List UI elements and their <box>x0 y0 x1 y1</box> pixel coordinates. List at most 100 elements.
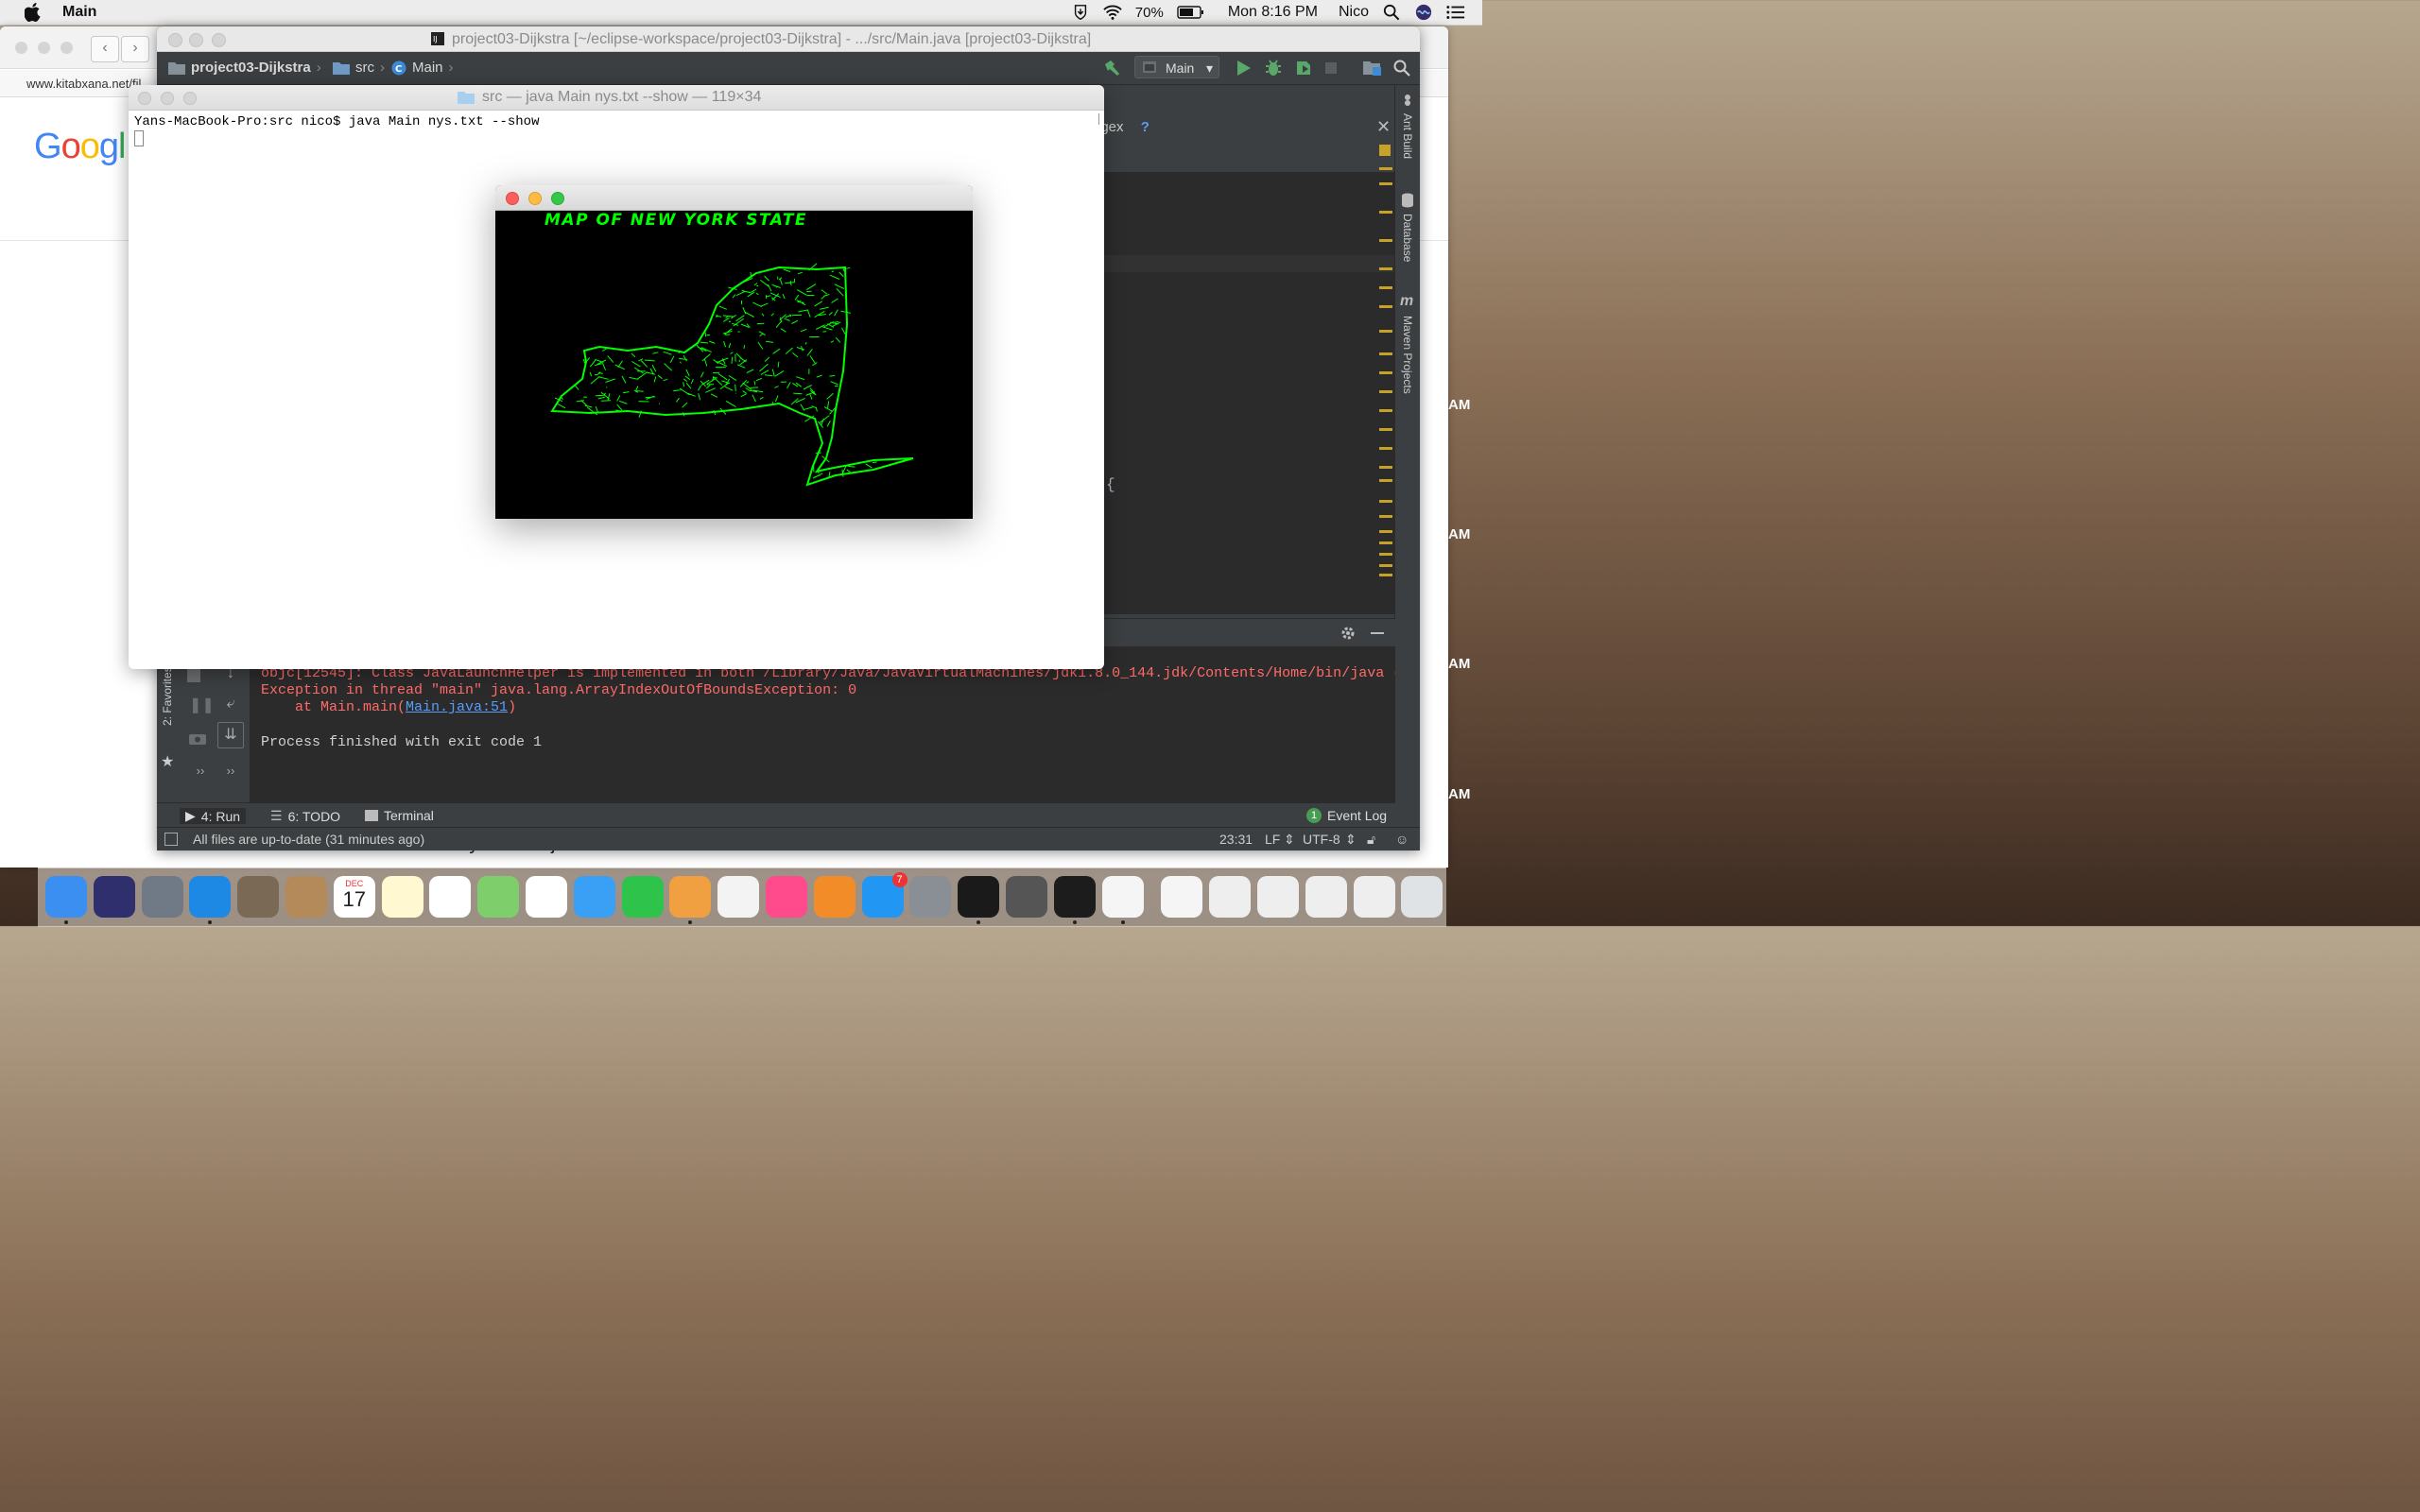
debug-bug-icon[interactable] <box>1265 59 1282 77</box>
line-separator-select[interactable]: LF <box>1265 832 1280 847</box>
browser-zoom-button[interactable] <box>60 42 73 54</box>
browser-close-button[interactable] <box>15 42 27 54</box>
pages-icon[interactable] <box>669 876 712 918</box>
warning-marker[interactable] <box>1379 286 1392 289</box>
apple-menu-icon[interactable] <box>25 3 42 22</box>
url-text[interactable]: www.kitabxana.net/fil <box>26 77 141 91</box>
intellij-icon[interactable] <box>958 876 1000 918</box>
reminders-icon[interactable] <box>429 876 472 918</box>
java-icon[interactable] <box>1101 876 1144 918</box>
document-icon[interactable] <box>1161 876 1203 918</box>
terminal-close-button[interactable] <box>138 92 151 105</box>
run-console-output[interactable]: objc[12545]: Class JavaLaunchHelper is i… <box>250 646 1395 803</box>
camera-icon[interactable] <box>189 731 206 745</box>
warning-marker[interactable] <box>1379 211 1392 214</box>
coverage-icon[interactable] <box>1295 60 1312 77</box>
scroll-to-end-icon[interactable]: ⇊ <box>217 722 244 748</box>
gear-icon[interactable] <box>1340 626 1356 641</box>
warning-marker[interactable] <box>1379 541 1392 544</box>
safari-icon[interactable] <box>189 876 232 918</box>
caret-position[interactable]: 23:31 <box>1219 832 1253 847</box>
tab-run[interactable]: ▶ 4: Run <box>180 808 247 824</box>
editor-scrollbar-marks[interactable] <box>1379 145 1392 584</box>
screenshot4-icon[interactable] <box>1353 876 1395 918</box>
contacts-icon[interactable] <box>285 876 327 918</box>
calendar-icon[interactable]: DEC 17 <box>333 876 375 918</box>
maps-icon[interactable] <box>477 876 520 918</box>
shield-status-icon[interactable] <box>1071 4 1090 21</box>
map-minimize-button[interactable] <box>528 192 542 205</box>
regex-help-icon[interactable]: ? <box>1141 119 1150 135</box>
run-icon[interactable] <box>1236 60 1252 77</box>
warning-marker[interactable] <box>1379 530 1392 533</box>
warning-marker[interactable] <box>1379 564 1392 567</box>
terminal-zoom-button[interactable] <box>183 92 197 105</box>
event-log-button[interactable]: 1 Event Log <box>1306 808 1387 823</box>
menubar-clock[interactable]: Mon 8:16 PM <box>1228 4 1318 21</box>
favorites-tool-tab[interactable]: 2: Favorites <box>161 666 174 726</box>
map-zoom-button[interactable] <box>551 192 564 205</box>
warning-marker[interactable] <box>1379 371 1392 374</box>
database-tool-tab[interactable]: Database <box>1401 214 1414 262</box>
menubar-user[interactable]: Nico <box>1339 4 1369 21</box>
active-app-name[interactable]: Main <box>62 4 96 21</box>
screenshot3-icon[interactable] <box>1305 876 1347 918</box>
build-hammer-icon[interactable] <box>1102 59 1121 77</box>
warning-marker[interactable] <box>1379 500 1392 503</box>
map-window[interactable]: MAP OF NEW YORK STATE <box>495 185 973 519</box>
inspector-icon[interactable]: ☺︎ <box>1395 832 1409 847</box>
expand-more-icon[interactable]: ›› <box>189 764 212 778</box>
warning-marker[interactable] <box>1379 167 1392 170</box>
warning-marker[interactable] <box>1379 466 1392 469</box>
warning-marker[interactable] <box>1379 515 1392 518</box>
terminal-scrollbar[interactable] <box>1098 113 1099 125</box>
notification-center-icon[interactable] <box>1446 4 1465 21</box>
itunes-icon[interactable] <box>766 876 807 918</box>
warning-marker[interactable] <box>1379 428 1392 431</box>
warning-marker[interactable] <box>1379 267 1392 270</box>
map-close-button[interactable] <box>506 192 519 205</box>
spotlight-search-icon[interactable] <box>1382 4 1401 21</box>
photos-icon[interactable] <box>526 876 567 918</box>
warning-marker[interactable] <box>1379 409 1392 412</box>
pause-icon[interactable]: ❚❚ <box>189 696 215 714</box>
messages-icon[interactable] <box>573 876 615 918</box>
ide-zoom-button[interactable] <box>212 33 226 47</box>
back-button[interactable]: ‹ <box>91 36 119 62</box>
warning-marker[interactable] <box>1379 305 1392 308</box>
terminal-icon[interactable] <box>1053 876 1096 918</box>
minimize-panel-icon[interactable] <box>1371 632 1384 634</box>
project-structure-icon[interactable] <box>1363 60 1382 76</box>
warning-marker[interactable] <box>1379 330 1392 333</box>
soft-wrap-icon[interactable]: ⤶ <box>219 696 242 713</box>
warning-marker[interactable] <box>1379 553 1392 556</box>
numbers-icon[interactable] <box>717 876 760 918</box>
terminal-minimize-button[interactable] <box>161 92 174 105</box>
breadcrumb-src[interactable]: src › <box>333 60 385 76</box>
tab-todo[interactable]: ☰ 6: TODO <box>270 808 340 824</box>
warning-marker[interactable] <box>1379 182 1392 185</box>
warning-marker[interactable] <box>1379 574 1392 576</box>
system-preferences-icon[interactable] <box>909 876 952 918</box>
breadcrumb-project[interactable]: project03-Dijkstra › <box>168 60 321 76</box>
maven-projects-tool-tab[interactable]: Maven Projects <box>1401 316 1414 394</box>
wifi-icon[interactable] <box>1103 4 1122 21</box>
inspection-status-icon[interactable] <box>1379 145 1391 156</box>
notes-icon[interactable] <box>381 876 424 918</box>
stop-icon[interactable] <box>1325 62 1337 74</box>
eagle-icon[interactable] <box>237 876 280 918</box>
trash-icon[interactable] <box>1401 876 1443 918</box>
battery-icon[interactable] <box>1177 4 1205 21</box>
ide-minimize-button[interactable] <box>189 33 203 47</box>
screenshot1-icon[interactable] <box>1209 876 1252 918</box>
toggle-tool-windows-icon[interactable] <box>164 833 178 846</box>
close-find-icon[interactable]: ✕ <box>1376 117 1391 137</box>
finder-icon[interactable] <box>45 876 87 918</box>
siri-icon[interactable] <box>93 876 135 918</box>
search-icon[interactable] <box>1393 60 1410 77</box>
siri-icon[interactable] <box>1414 4 1433 21</box>
warning-marker[interactable] <box>1379 479 1392 482</box>
warning-marker[interactable] <box>1379 352 1392 355</box>
warning-marker[interactable] <box>1379 447 1392 450</box>
steam-icon[interactable] <box>1006 876 1047 918</box>
